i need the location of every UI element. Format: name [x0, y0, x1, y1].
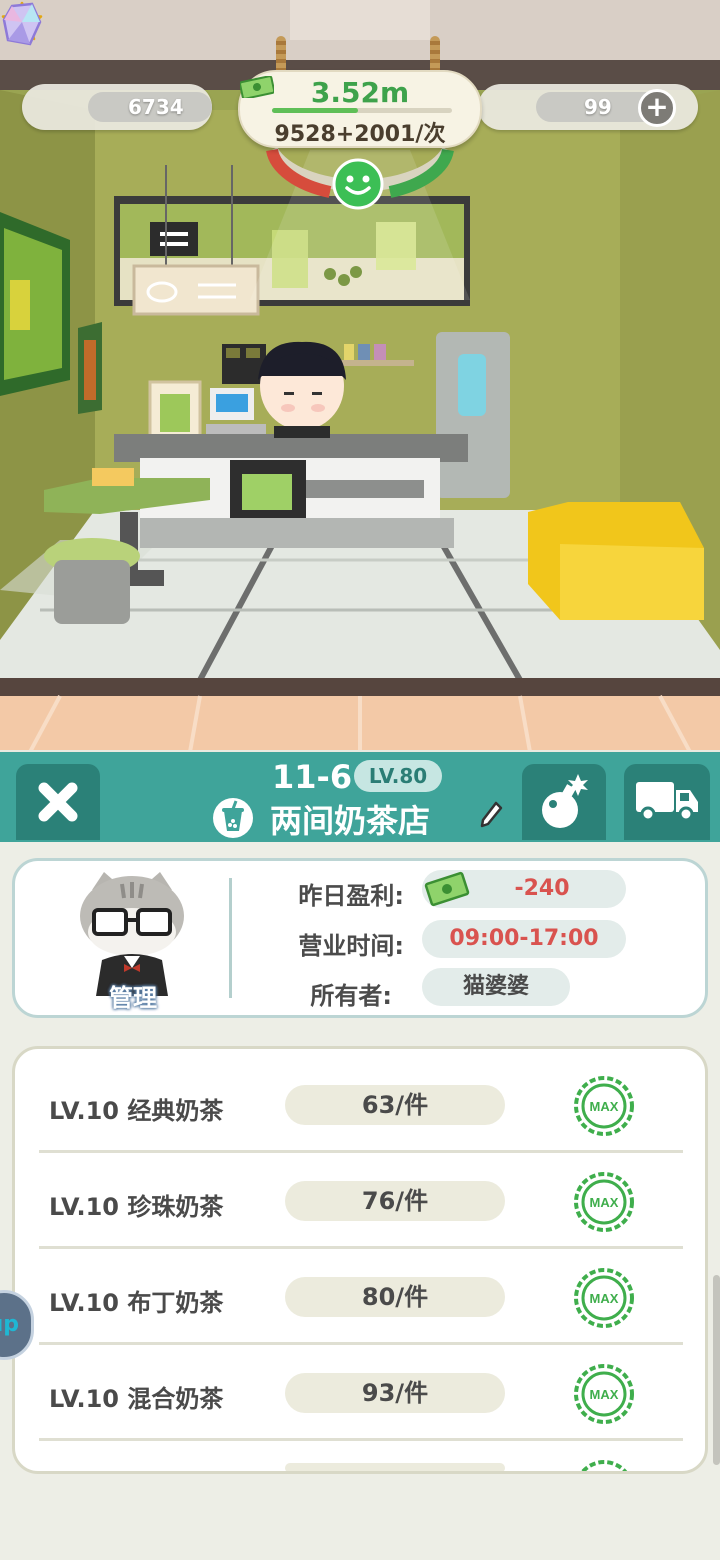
list-scrollbar[interactable]	[713, 1275, 720, 1465]
product-price: 63/件	[285, 1085, 505, 1125]
business-hours[interactable]: 09:00-17:00	[422, 920, 626, 958]
hours-label: 营业时间:	[298, 932, 404, 960]
close-button[interactable]	[16, 764, 100, 840]
product-row-partial	[39, 1441, 683, 1474]
max-label: MAX	[590, 1387, 619, 1402]
edit-name-icon[interactable]	[478, 800, 504, 830]
income-progress-fill	[272, 108, 359, 113]
shop-scene: 6734 99 + 3.52m 9528+2001/次	[0, 0, 720, 750]
close-icon	[38, 782, 78, 822]
owner-name: 猫婆婆	[422, 968, 570, 1006]
max-level-badge-icon[interactable]: MAX	[573, 1267, 635, 1329]
max-label: MAX	[590, 1099, 619, 1114]
product-name: LV.10 珍珠奶茶	[49, 1193, 224, 1221]
bomb-icon	[542, 774, 588, 828]
gem-icon	[2, 2, 42, 46]
manager-tag: 管理	[109, 984, 157, 1012]
product-list: LV.10 经典奶茶 63/件 MAX LV.10 珍珠奶茶 76/件 MAX …	[12, 1046, 708, 1474]
bomb-button[interactable]	[522, 764, 606, 840]
info-divider	[229, 878, 232, 998]
truck-icon	[636, 782, 698, 822]
gems-count: 99	[584, 95, 612, 119]
milk-tea-cup-icon	[213, 798, 253, 838]
product-price: 93/件	[285, 1373, 505, 1413]
product-row: LV.10 混合奶茶 93/件 MAX	[39, 1345, 683, 1441]
max-level-badge-icon[interactable]: MAX	[573, 1363, 635, 1425]
level-code: 11-6	[272, 758, 353, 796]
profit-value: -240	[514, 876, 570, 901]
max-label: MAX	[590, 1291, 619, 1306]
product-name: LV.10 经典奶茶	[49, 1097, 224, 1125]
product-row: LV.10 经典奶茶 63/件 MAX	[39, 1057, 683, 1153]
product-name: LV.10 混合奶茶	[49, 1385, 224, 1413]
smile-face-icon[interactable]	[332, 158, 384, 210]
max-level-badge-icon[interactable]	[573, 1459, 635, 1474]
shop-name: 两间奶茶店	[270, 802, 431, 840]
product-row: LV.10 布丁奶茶 80/件 MAX	[39, 1249, 683, 1345]
money-amount: 3.52m	[310, 76, 410, 109]
max-label: MAX	[590, 1195, 619, 1210]
income-rate: 9528+2001/次	[274, 122, 446, 147]
max-level-badge-icon[interactable]: MAX	[573, 1075, 635, 1137]
add-gems-button[interactable]: +	[638, 89, 676, 127]
profit-value-pill: -240	[422, 870, 626, 908]
product-price-partial	[285, 1463, 505, 1471]
cash-icon	[424, 871, 470, 907]
product-name: LV.10 布丁奶茶	[49, 1289, 224, 1317]
delivery-truck-button[interactable]	[624, 764, 710, 840]
cash-icon	[240, 76, 274, 98]
income-progress-bar	[272, 108, 452, 113]
max-level-badge-icon[interactable]: MAX	[573, 1171, 635, 1233]
product-price: 76/件	[285, 1181, 505, 1221]
shop-level-badge: LV.80	[354, 760, 442, 792]
stars-counter[interactable]: 6734	[22, 84, 212, 130]
product-row: LV.10 珍珠奶茶 76/件 MAX	[39, 1153, 683, 1249]
income-sign[interactable]: 3.52m 9528+2001/次	[238, 70, 482, 148]
stars-count: 6734	[128, 95, 184, 119]
profit-label: 昨日盈利:	[298, 882, 404, 910]
owner-label: 所有者:	[310, 982, 392, 1010]
product-price: 80/件	[285, 1277, 505, 1317]
